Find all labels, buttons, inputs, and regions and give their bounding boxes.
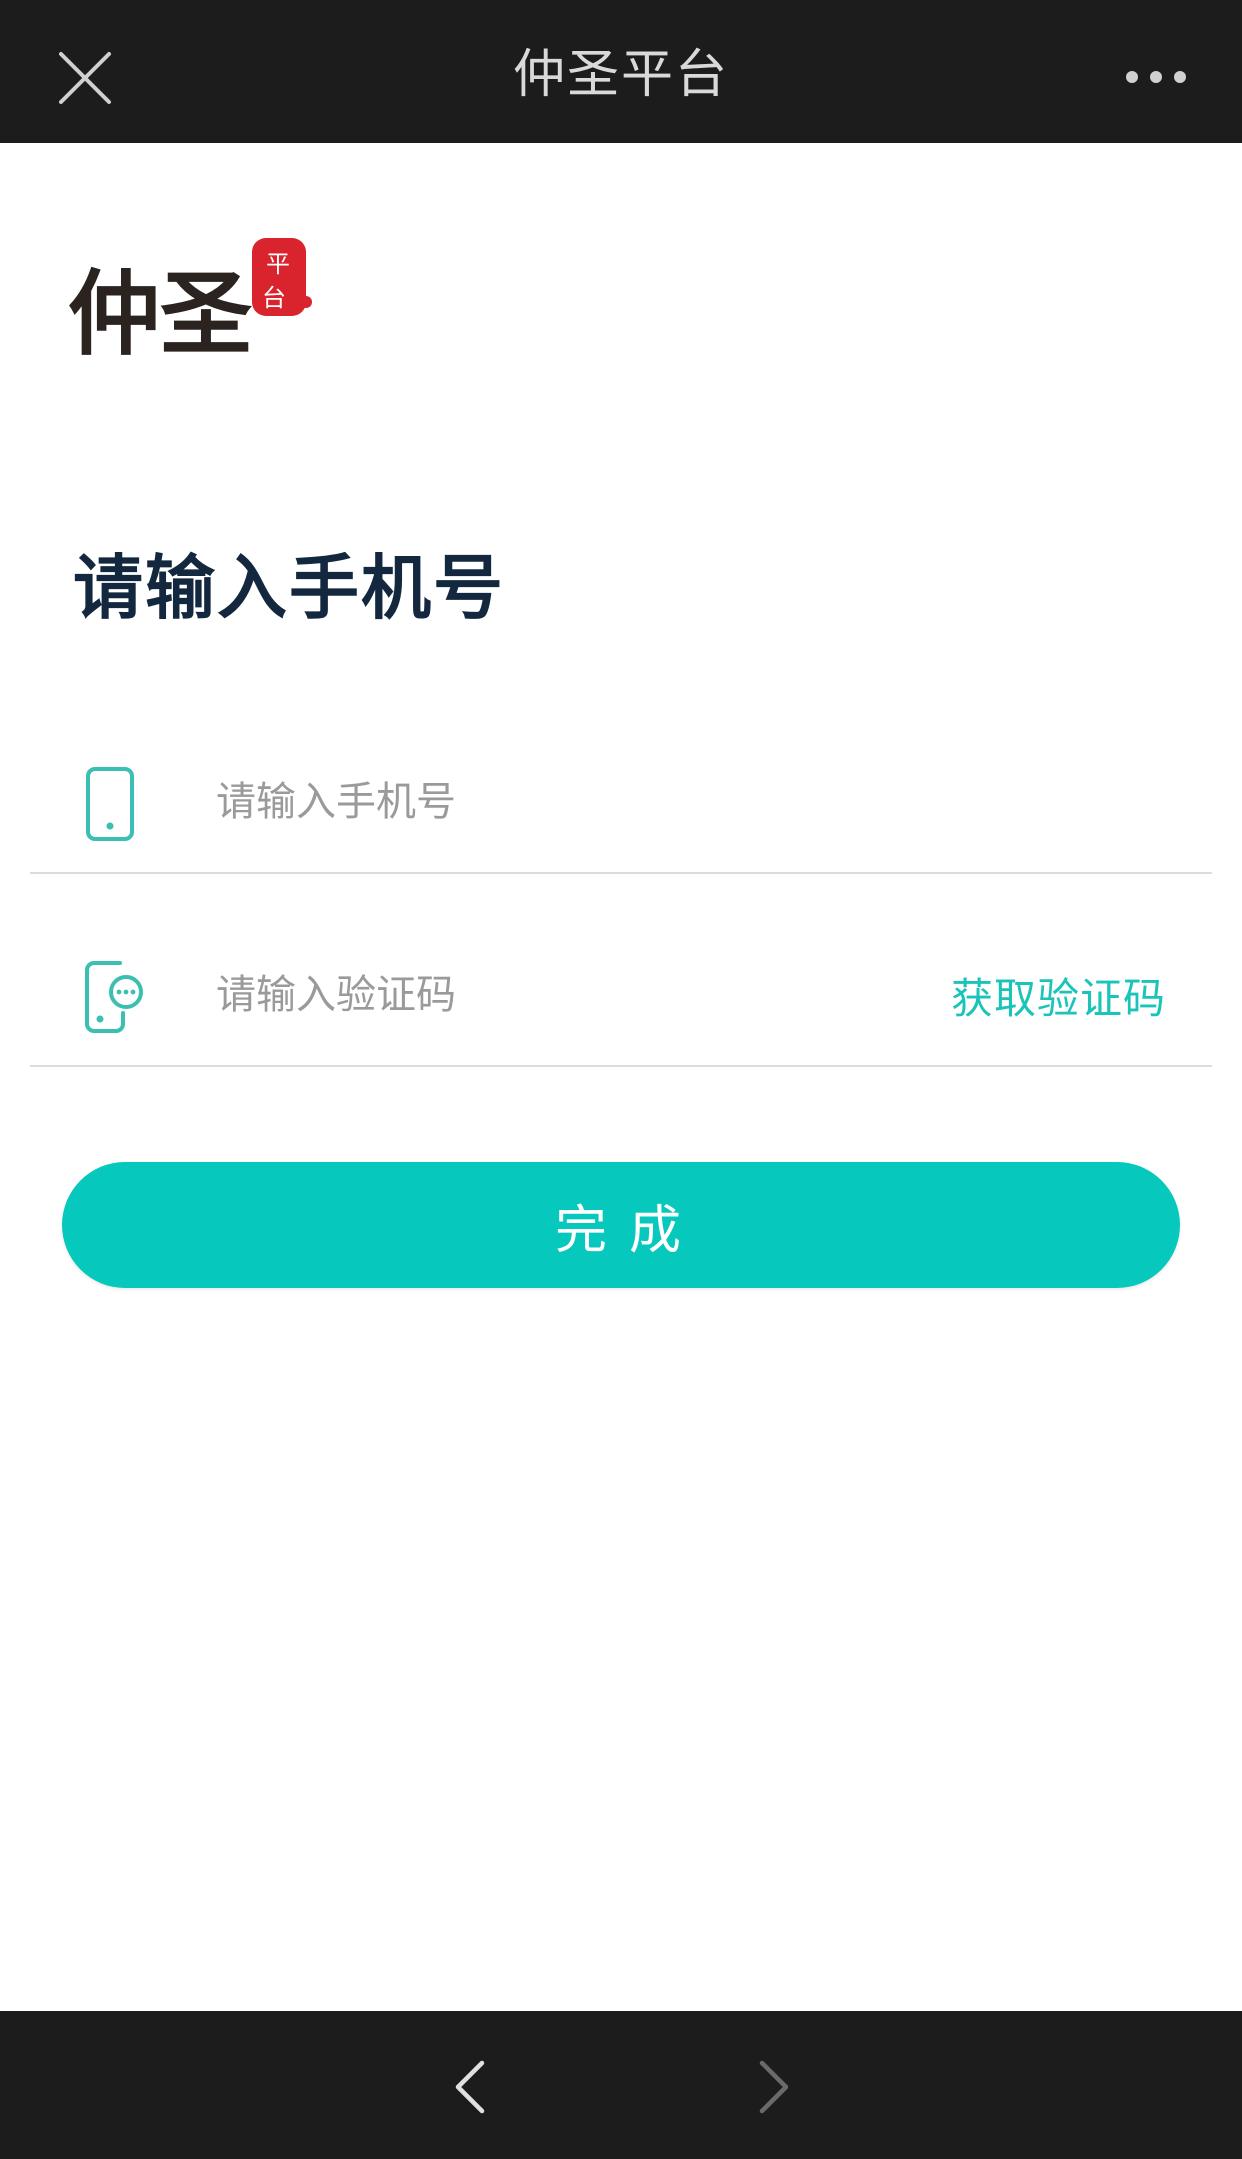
page: 仲圣平台 仲圣 平 台 请输入手机号 请输入手机号 请输入验证码 获取验证码 完… <box>0 0 1242 2159</box>
phone-input[interactable] <box>216 752 916 852</box>
message-phone-icon <box>80 957 143 1037</box>
logo-seal-text-top: 平 <box>266 250 290 278</box>
verification-code-input[interactable] <box>216 945 876 1045</box>
bottom-bar <box>0 2011 1242 2159</box>
phone-icon <box>80 764 140 844</box>
logo-text: 仲圣 <box>68 260 252 368</box>
more-icon <box>1126 71 1186 83</box>
code-field-row: 获取验证码 <box>30 875 1212 1067</box>
submit-button[interactable]: 完成 <box>62 1162 1180 1288</box>
more-button[interactable] <box>1124 60 1188 94</box>
forward-button[interactable] <box>752 2057 796 2117</box>
chevron-right-icon <box>759 2060 789 2114</box>
top-bar: 仲圣平台 <box>0 0 1242 143</box>
get-code-button[interactable]: 获取验证码 <box>951 965 1166 1026</box>
chevron-left-icon <box>455 2060 485 2114</box>
logo-seal-text-bottom: 台 <box>262 284 286 312</box>
back-button[interactable] <box>448 2057 492 2117</box>
brand-logo: 仲圣 平 台 <box>68 228 328 378</box>
phone-field-row <box>30 682 1212 874</box>
page-heading: 请输入手机号 <box>73 547 505 629</box>
page-title: 仲圣平台 <box>512 45 729 105</box>
